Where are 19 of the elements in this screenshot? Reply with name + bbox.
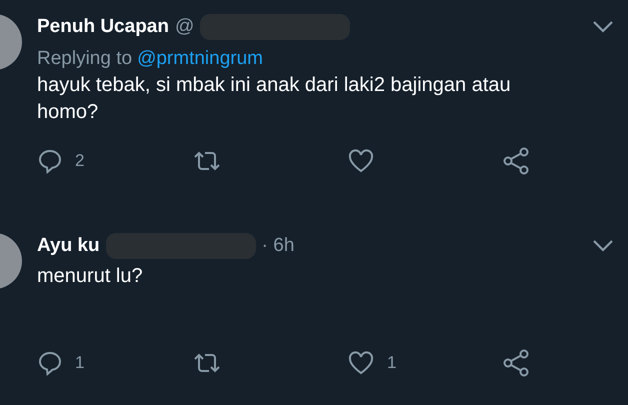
tweet-text: menurut lu? bbox=[37, 264, 144, 289]
chevron-down-icon[interactable] bbox=[592, 20, 614, 34]
heart-icon[interactable] bbox=[347, 148, 375, 174]
replying-label: Replying to bbox=[37, 48, 132, 70]
comment-icon[interactable] bbox=[37, 148, 63, 174]
display-name: Penuh Ucapan bbox=[37, 16, 169, 38]
tweet-time: · 6h bbox=[262, 235, 294, 257]
share-icon[interactable] bbox=[502, 147, 530, 175]
comment-icon[interactable] bbox=[37, 350, 63, 376]
chevron-down-icon[interactable] bbox=[592, 239, 614, 253]
handle-prefix: @ bbox=[174, 16, 194, 38]
tweet-text: hayuk tebak, si mbak ini anak dari laki2 bajingan atau homo? bbox=[37, 73, 512, 125]
share-icon[interactable] bbox=[502, 349, 530, 377]
reply-count: 1 bbox=[75, 353, 84, 373]
reply-count: 2 bbox=[75, 151, 84, 171]
heart-icon[interactable] bbox=[347, 350, 375, 376]
mention-link[interactable]: @prmtningrum bbox=[137, 48, 263, 70]
display-name: Ayu ku bbox=[37, 235, 100, 257]
like-count: 1 bbox=[387, 353, 396, 373]
